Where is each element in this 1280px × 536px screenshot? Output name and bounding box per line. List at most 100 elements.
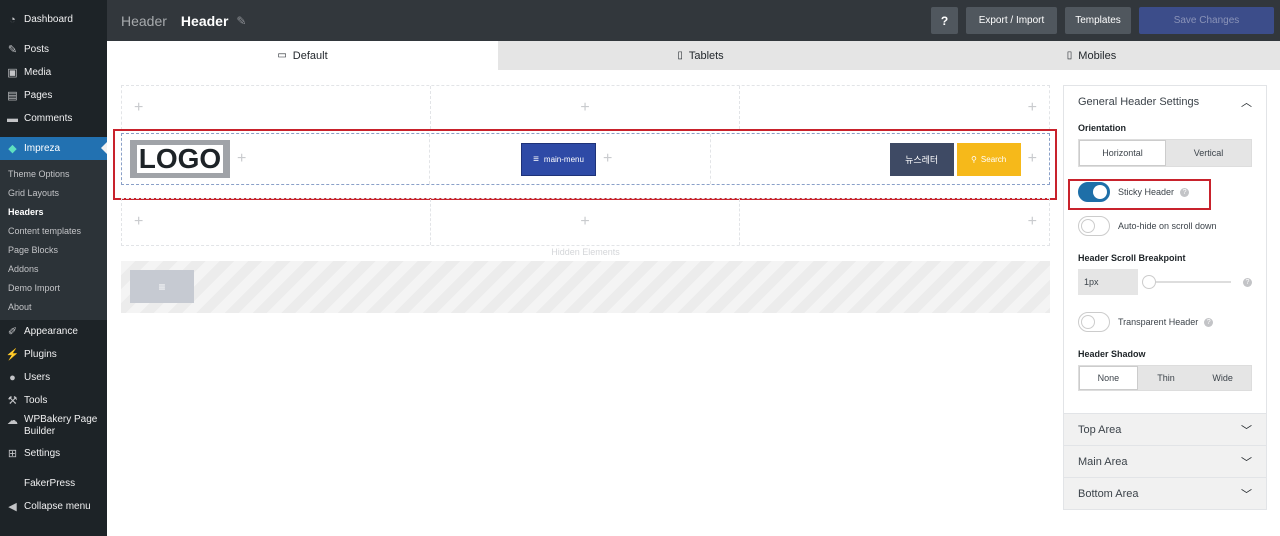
submenu-headers[interactable]: Headers <box>0 202 107 221</box>
header-title[interactable]: Header <box>181 13 228 29</box>
tab-tablets[interactable]: ▯ Tablets <box>498 41 903 70</box>
autohide-toggle[interactable] <box>1078 216 1110 236</box>
transparent-header-toggle[interactable] <box>1078 312 1110 332</box>
orientation-switch: Horizontal Vertical <box>1078 139 1252 167</box>
sidebar-item-wpbakery[interactable]: ☁ WPBakery Page Builder <box>0 412 107 442</box>
autohide-row: Auto-hide on scroll down <box>1064 213 1266 239</box>
breakpoint-input[interactable]: 1px <box>1078 269 1138 295</box>
help-icon[interactable]: ? <box>1204 317 1214 327</box>
sidebar-item-plugins[interactable]: ⚡ Plugins <box>0 343 107 366</box>
submenu-about[interactable]: About <box>0 297 107 316</box>
menu-element[interactable]: ≡ main-menu <box>521 142 596 176</box>
media-icon: ▣ <box>7 67 18 79</box>
top-left-cell: + <box>122 86 432 129</box>
templates-button[interactable]: Templates <box>1065 7 1131 34</box>
autohide-label: Auto-hide on scroll down <box>1118 221 1217 231</box>
add-element-button[interactable]: + <box>1028 99 1037 117</box>
builder-topbar: Header Header ✎ ? Export / Import Templa… <box>107 0 1280 41</box>
comments-icon: ▬ <box>7 112 18 125</box>
top-center-cell: + <box>431 86 740 129</box>
breakpoint-slider[interactable] <box>1142 269 1243 295</box>
sidebar-item-fakerpress[interactable]: FakerPress <box>0 472 107 495</box>
brush-icon: ✐ <box>7 326 18 338</box>
top-area-section: Top Area ﹀ <box>1064 414 1266 446</box>
pin-icon: ✎ <box>7 44 18 56</box>
submenu-grid-layouts[interactable]: Grid Layouts <box>0 183 107 202</box>
pencil-icon[interactable]: ✎ <box>236 14 246 28</box>
add-element-button[interactable]: + <box>580 213 589 231</box>
add-element-button[interactable]: + <box>1028 150 1037 168</box>
bottom-center-cell: + <box>431 199 740 245</box>
top-area-header[interactable]: Top Area ﹀ <box>1064 414 1266 445</box>
tab-mobiles[interactable]: ▯ Mobiles <box>903 41 1280 70</box>
logo-element[interactable]: LOGO <box>130 140 230 178</box>
submenu-demo-import[interactable]: Demo Import <box>0 278 107 297</box>
device-tabs: ▭ Default ▯ Tablets ▯ Mobiles <box>107 41 1280 70</box>
mobile-icon: ▯ <box>1066 50 1073 61</box>
admin-sidebar: ◔ Dashboard ✎ Posts ▣ Media ▤ Pages ▬ Comment… <box>0 0 107 536</box>
bottom-left-cell: + <box>122 199 432 245</box>
add-element-button[interactable]: + <box>603 150 612 168</box>
transparent-header-label: Transparent Header <box>1118 317 1199 327</box>
sidebar-item-comments[interactable]: ▬ Comments <box>0 107 107 130</box>
add-element-button[interactable]: + <box>134 213 143 231</box>
menu-icon: ≡ <box>533 153 539 165</box>
slider-thumb[interactable] <box>1142 275 1156 289</box>
sidebar-item-settings[interactable]: ⊞ Settings <box>0 442 107 465</box>
add-element-button[interactable]: + <box>237 150 246 168</box>
shadow-none[interactable]: None <box>1079 366 1138 390</box>
plug-icon: ⚡ <box>5 349 20 361</box>
shadow-thin[interactable]: Thin <box>1138 366 1195 390</box>
main-row: LOGO + ≡ main-menu + 뉴스레터 ⚲ Search + <box>121 133 1050 185</box>
sidebar-item-collapse[interactable]: ◀ Collapse menu <box>0 495 107 518</box>
tab-default[interactable]: ▭ Default <box>107 41 498 70</box>
search-element[interactable]: ⚲ Search <box>956 142 1021 176</box>
sidebar-item-media[interactable]: ▣ Media <box>0 61 107 84</box>
orientation-horizontal[interactable]: Horizontal <box>1079 140 1166 166</box>
sidebar-item-impreza[interactable]: ◆ Impreza <box>0 137 107 160</box>
orientation-vertical[interactable]: Vertical <box>1166 140 1251 166</box>
hidden-menu-element[interactable]: ≡ <box>130 270 194 303</box>
add-element-button[interactable]: + <box>580 99 589 117</box>
newsletter-button-element[interactable]: 뉴스레터 <box>889 142 954 176</box>
impreza-submenu: Theme Options Grid Layouts Headers Conte… <box>0 160 107 320</box>
main-left-cell: LOGO + <box>122 134 430 184</box>
submenu-addons[interactable]: Addons <box>0 259 107 278</box>
settings-icon: ⊞ <box>7 448 18 460</box>
submenu-page-blocks[interactable]: Page Blocks <box>0 240 107 259</box>
add-element-button[interactable]: + <box>134 99 143 117</box>
section-label: Header <box>121 12 167 29</box>
main-area-section: Main Area ﹀ <box>1064 446 1266 478</box>
bottom-right-cell: + <box>740 199 1049 245</box>
top-row: + + + <box>121 85 1050 130</box>
export-import-button[interactable]: Export / Import <box>966 7 1057 34</box>
general-settings-header[interactable]: General Header Settings ︿ <box>1064 86 1266 117</box>
breakpoint-label: Header Scroll Breakpoint <box>1078 253 1186 263</box>
bottom-row: + + + <box>121 198 1050 246</box>
transparent-row: Transparent Header ? <box>1064 309 1266 335</box>
hidden-elements-area: ≡ <box>121 261 1050 313</box>
bottom-area-header[interactable]: Bottom Area ﹀ <box>1064 478 1266 509</box>
sidebar-item-tools[interactable]: ⚒ Tools <box>0 389 107 412</box>
settings-panel: General Header Settings ︿ Orientation Hor… <box>1063 85 1267 510</box>
diamond-icon: ◆ <box>8 143 17 155</box>
shadow-wide[interactable]: Wide <box>1194 366 1251 390</box>
help-icon[interactable]: ? <box>1243 277 1252 287</box>
orientation-label: Orientation <box>1078 123 1127 133</box>
shadow-label: Header Shadow <box>1078 349 1146 359</box>
submenu-theme-options[interactable]: Theme Options <box>0 164 107 183</box>
sticky-header-toggle[interactable] <box>1078 182 1110 202</box>
sidebar-item-appearance[interactable]: ✐ Appearance <box>0 320 107 343</box>
save-changes-button[interactable]: Save Changes <box>1139 7 1274 34</box>
submenu-content-templates[interactable]: Content templates <box>0 221 107 240</box>
main-area-header[interactable]: Main Area ﹀ <box>1064 446 1266 477</box>
search-icon: ⚲ <box>971 154 977 164</box>
add-element-button[interactable]: + <box>1028 213 1037 231</box>
help-button[interactable]: ? <box>931 7 958 34</box>
sidebar-item-posts[interactable]: ✎ Posts <box>0 38 107 61</box>
sidebar-item-pages[interactable]: ▤ Pages <box>0 84 107 107</box>
sidebar-item-dashboard[interactable]: ◔ Dashboard <box>0 8 107 31</box>
hidden-elements-label: Hidden Elements <box>551 247 620 257</box>
sidebar-item-users[interactable]: ● Users <box>0 366 107 389</box>
monitor-icon: ▭ <box>277 50 287 61</box>
